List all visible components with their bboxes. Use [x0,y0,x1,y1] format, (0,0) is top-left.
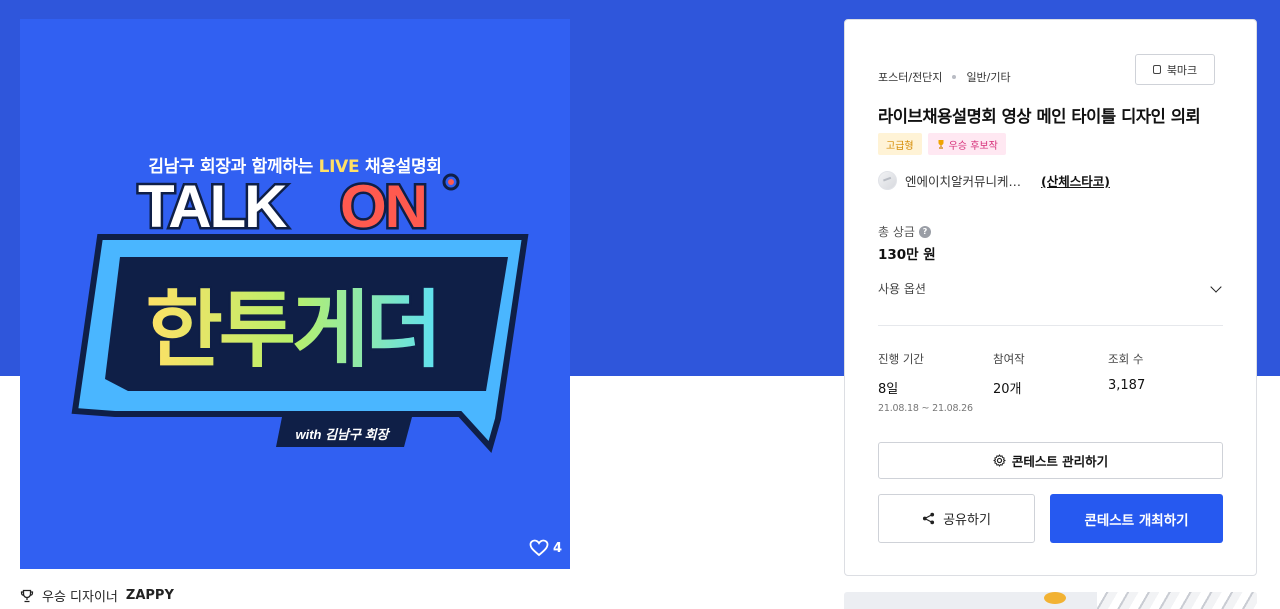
host-contest-button[interactable]: 콘테스트 개최하기 [1050,494,1223,543]
winner-designer-line: 우승 디자이너 ZAPPY [20,586,174,605]
like-button[interactable]: 4 [529,539,562,557]
period-range: 21.08.18 ~ 21.08.26 [878,403,973,414]
contest-tags: 고급형 우승 후보작 [878,133,1006,155]
breadcrumb: 포스터/전단지 일반/기타 [878,69,1011,85]
host-avatar [878,171,897,190]
prize-value: 130만 원 [878,247,936,263]
contest-info-card: 포스터/전단지 일반/기타 북마크 라이브채용설명회 영상 메인 타이틀 디자인… [844,19,1257,576]
share-icon [923,512,935,525]
trophy-icon [938,140,944,149]
stat-period: 진행 기간 8일 21.08.18 ~ 21.08.26 [878,351,993,414]
share-button[interactable]: 공유하기 [878,494,1035,543]
next-content-card[interactable] [844,592,1257,609]
trophy-icon [20,589,34,602]
gear-icon [993,454,1006,467]
help-icon[interactable]: ? [918,225,931,238]
bookmark-button[interactable]: 북마크 [1135,54,1215,85]
grade-badge: 고급형 [878,133,922,155]
breadcrumb-separator [952,75,957,79]
decorative-pattern [1097,592,1257,609]
host-row: 엔에이치알커뮤니케… (산체스타코) [878,171,1110,190]
logo-on-text: ON [340,173,426,240]
winner-name[interactable]: ZAPPY [126,588,174,603]
host-name[interactable]: 엔에이치알커뮤니케… [905,171,1021,190]
breadcrumb-category[interactable]: 포스터/전단지 [878,69,942,85]
bookmark-label: 북마크 [1166,63,1198,77]
poster-artwork: with 김남구 회장 TALK ON 한투게더 [71,171,529,454]
logo-with-text: with 김남구 회장 [295,427,390,442]
breadcrumb-subcategory[interactable]: 일반/기타 [966,69,1010,85]
stat-entries: 참여작 20개 [993,352,1025,397]
decorative-shape [1044,592,1066,604]
options-dropdown[interactable]: 사용 옵션 [878,280,1223,297]
host-nickname-link[interactable]: (산체스타코) [1041,171,1110,190]
stat-views: 조회 수 3,187 [1108,352,1146,393]
contest-stats: 진행 기간 8일 21.08.18 ~ 21.08.26 참여작 20개 조회 … [878,351,1223,414]
like-count: 4 [552,540,562,556]
options-label: 사용 옵션 [878,282,926,296]
logo-korean-text: 한투게더 [145,281,438,379]
divider [878,325,1223,326]
contest-poster-image[interactable]: with 김남구 회장 TALK ON 한투게더 김남구 회장과 함께하는 LI… [20,19,570,569]
heart-icon [529,539,549,557]
bookmark-icon [1152,65,1161,74]
winner-label: 우승 디자이너 [42,590,118,605]
manage-contest-button[interactable]: 콘테스트 관리하기 [878,442,1223,479]
contest-title: 라이브채용설명회 영상 메인 타이틀 디자인 의뢰 [878,107,1201,126]
chevron-down-icon [1210,280,1222,293]
poster-subtitle: 김남구 회장과 함께하는 LIVE 채용설명회 [148,157,442,177]
winner-candidate-badge: 우승 후보작 [927,133,1006,155]
logo-talk-text: TALK [138,173,287,240]
prize-label: 총 상금 ? [878,223,931,240]
